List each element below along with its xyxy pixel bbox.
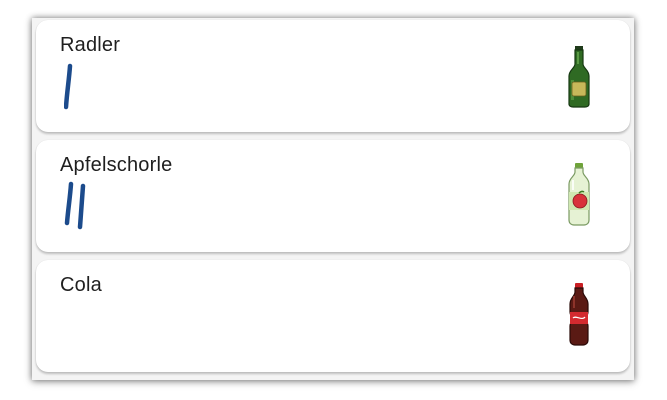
tally-mark xyxy=(77,183,86,230)
tally-mark xyxy=(64,181,74,226)
tally-marks xyxy=(64,181,86,230)
tally-marks xyxy=(64,300,144,360)
drink-name: Apfelschorle xyxy=(60,154,173,176)
drink-name: Radler xyxy=(60,34,121,56)
drink-card-cola[interactable]: Cola xyxy=(36,260,630,372)
drink-name: Cola xyxy=(60,274,102,296)
beer-bottle-icon xyxy=(568,46,590,108)
tally-mark xyxy=(64,63,73,110)
drink-card-radler[interactable]: Radler xyxy=(36,20,630,132)
tally-marks xyxy=(64,63,73,110)
cola-bottle-icon xyxy=(569,283,589,346)
drink-card-apfelschorle[interactable]: Apfelschorle xyxy=(36,140,630,252)
apple-spritzer-bottle-icon xyxy=(568,163,590,226)
drink-list: Radler Apfelschorle Cola xyxy=(32,18,634,380)
